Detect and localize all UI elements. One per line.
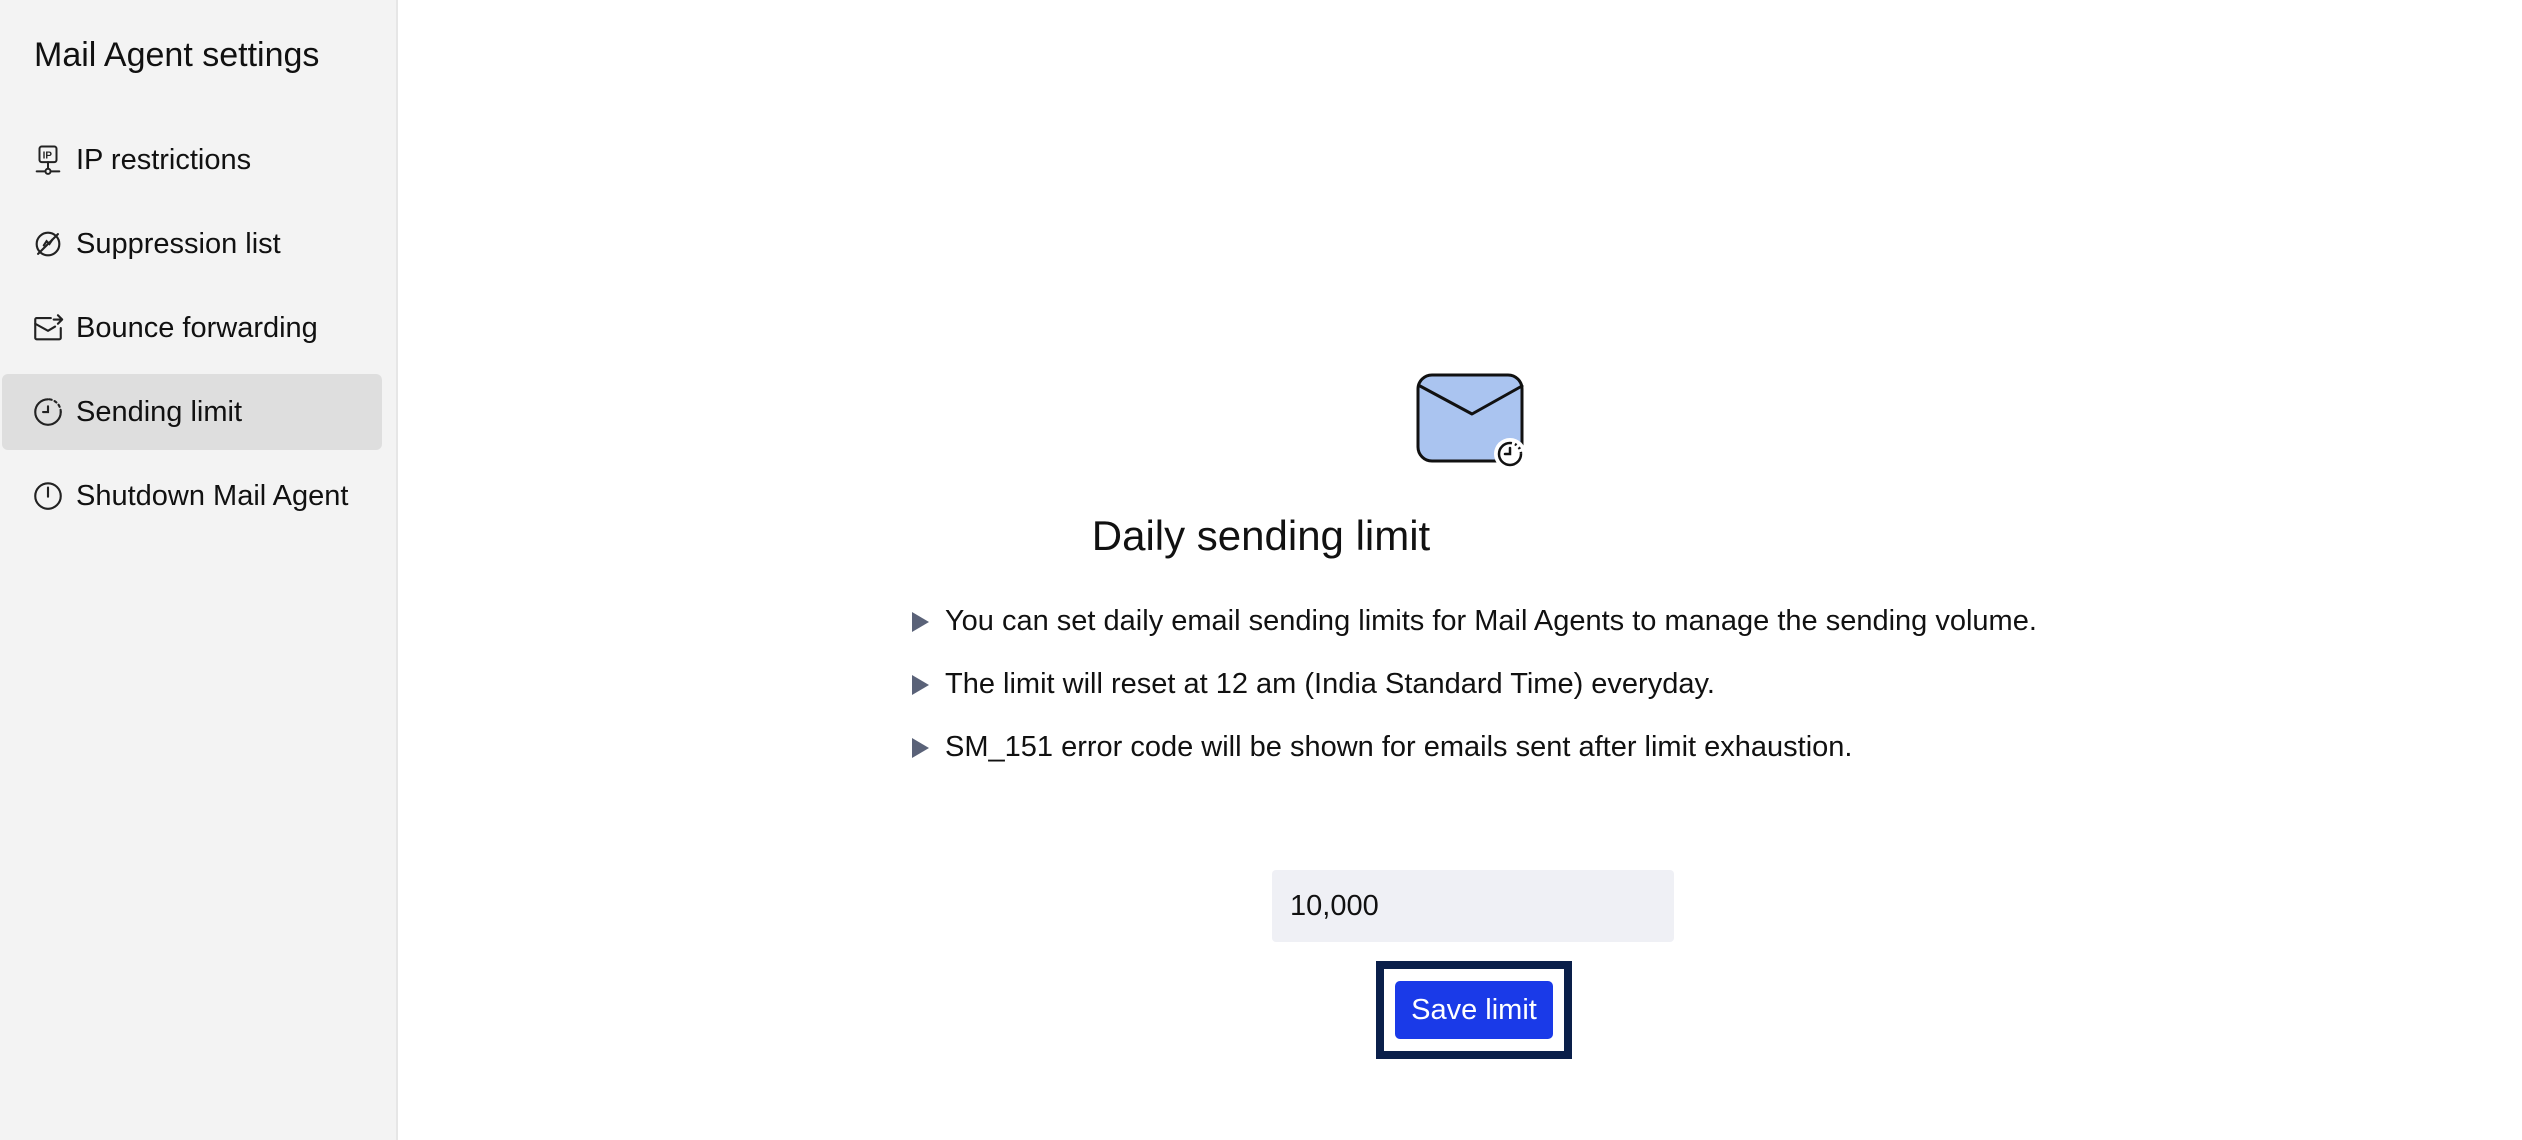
sidebar-item-bounce-forwarding[interactable]: Bounce forwarding (2, 290, 382, 366)
list-item-text: You can set daily email sending limits f… (945, 605, 2037, 637)
sidebar: Mail Agent settings IP IP restrictions S… (0, 0, 398, 1140)
sending-limit-icon (30, 394, 66, 430)
info-list: You can set daily email sending limits f… (906, 590, 2106, 779)
sidebar-item-label: Bounce forwarding (76, 311, 318, 344)
sidebar-item-suppression-list[interactable]: Suppression list (2, 206, 382, 282)
list-item: The limit will reset at 12 am (India Sta… (906, 653, 2106, 716)
triangle-right-icon (912, 674, 929, 695)
list-item: You can set daily email sending limits f… (906, 590, 2106, 653)
sidebar-item-label: Suppression list (76, 227, 281, 260)
list-item: SM_151 error code will be shown for emai… (906, 716, 2106, 779)
triangle-right-icon (912, 737, 929, 758)
sending-limit-input[interactable] (1272, 870, 1674, 942)
mail-clock-icon (1416, 370, 1528, 470)
sidebar-title: Mail Agent settings (34, 36, 320, 74)
sidebar-nav: IP IP restrictions Suppression list Boun… (2, 122, 382, 542)
sidebar-item-label: IP restrictions (76, 143, 252, 176)
save-button-focus-ring: Save limit (1376, 961, 1572, 1059)
sidebar-item-label: Shutdown Mail Agent (76, 479, 349, 512)
ip-restriction-icon: IP (30, 142, 66, 178)
sidebar-item-ip-restrictions[interactable]: IP IP restrictions (2, 122, 382, 198)
list-item-text: SM_151 error code will be shown for emai… (945, 731, 1853, 763)
list-item-text: The limit will reset at 12 am (India Sta… (945, 668, 1715, 700)
page-title: Daily sending limit (1091, 512, 1431, 559)
sidebar-item-label: Sending limit (76, 395, 243, 428)
save-limit-button[interactable]: Save limit (1395, 981, 1553, 1039)
bounce-forwarding-icon (30, 310, 66, 346)
svg-text:IP: IP (43, 151, 53, 162)
power-icon (30, 478, 66, 514)
sidebar-item-sending-limit[interactable]: Sending limit (2, 374, 382, 450)
suppression-icon (30, 226, 66, 262)
triangle-right-icon (912, 611, 929, 632)
